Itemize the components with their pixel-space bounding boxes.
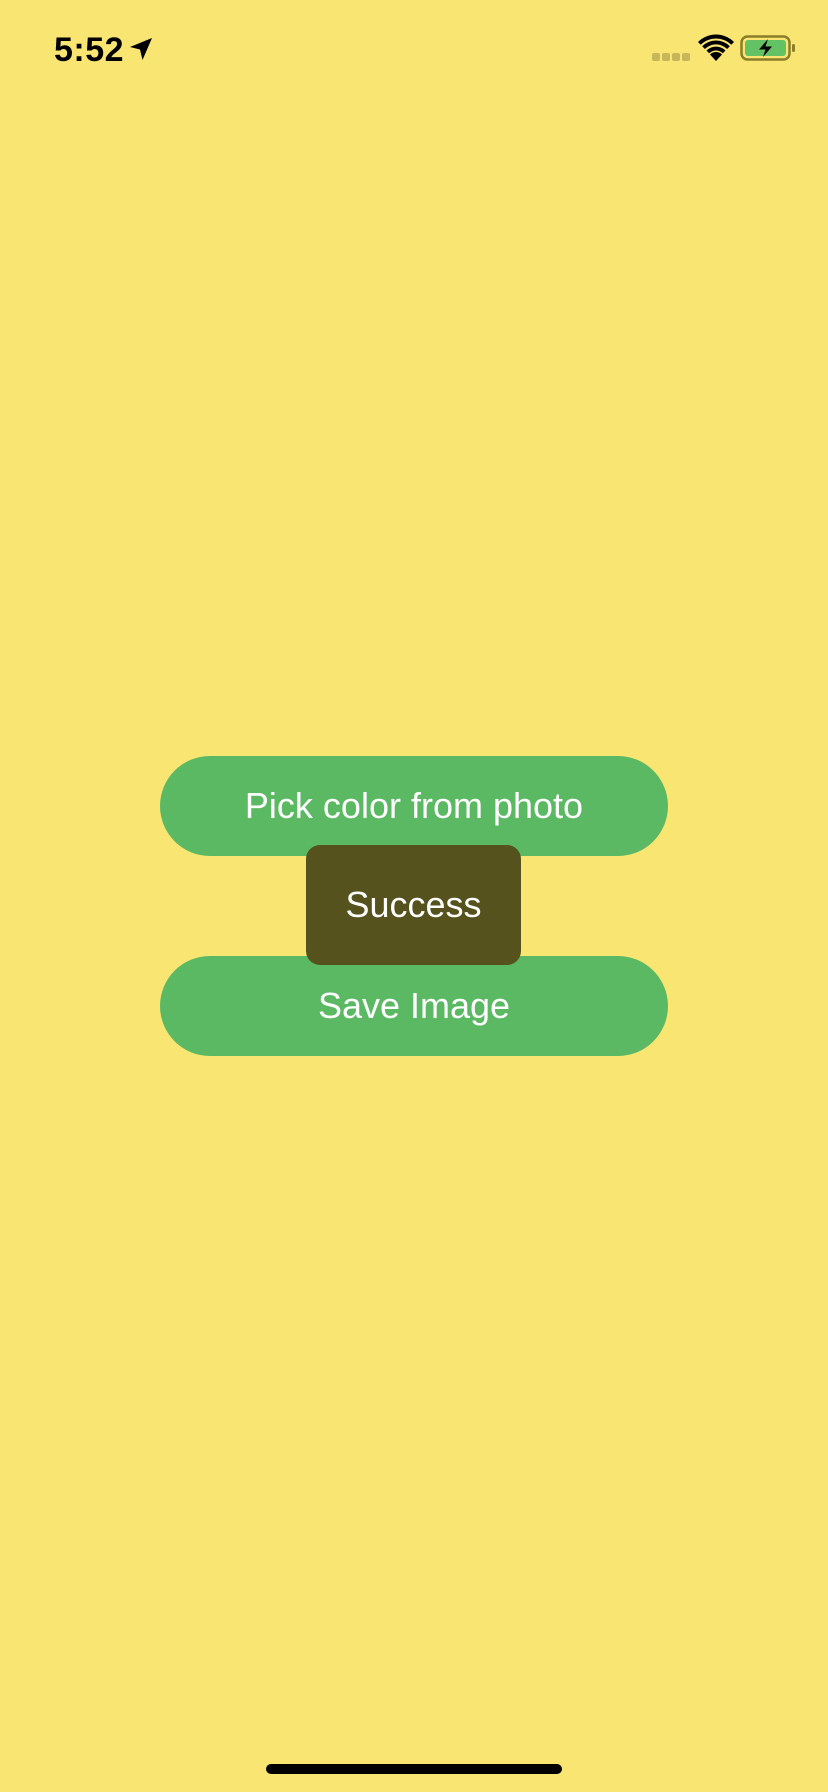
location-arrow-icon bbox=[130, 38, 152, 60]
status-time: 5:52 bbox=[54, 31, 125, 69]
home-indicator[interactable] bbox=[266, 1764, 562, 1774]
battery-charging-icon bbox=[740, 35, 795, 61]
success-toast: Success bbox=[306, 845, 521, 965]
wifi-icon bbox=[698, 34, 734, 61]
status-bar: 5:52 bbox=[0, 0, 828, 100]
cellular-signal-icon bbox=[652, 53, 690, 61]
save-image-button[interactable]: Save Image bbox=[160, 956, 668, 1056]
toast-message: Success bbox=[345, 884, 482, 925]
pick-color-from-photo-button[interactable]: Pick color from photo bbox=[160, 756, 668, 856]
